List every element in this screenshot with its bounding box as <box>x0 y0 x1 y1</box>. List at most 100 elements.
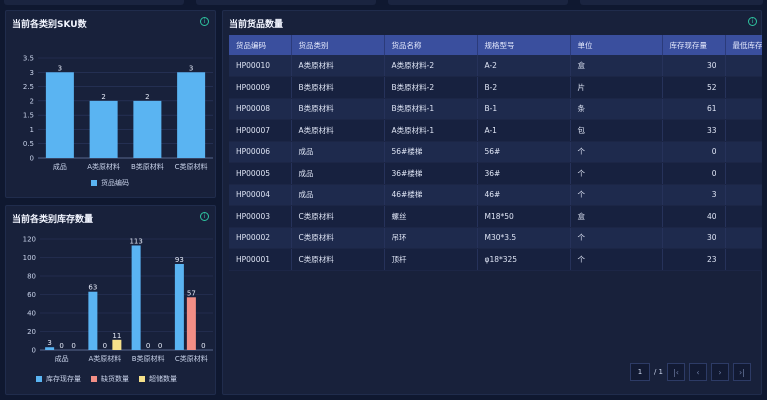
data-label: 63 <box>88 284 97 292</box>
table-cell: C类原材料 <box>291 227 385 249</box>
data-label: 57 <box>187 289 196 297</box>
chart-legend: 货品编码 <box>91 178 129 188</box>
table-row[interactable]: HP00010 A类原材料 A类原材料-2 A-2 盒 30 <box>229 55 762 77</box>
y-tick-label: 120 <box>23 236 36 244</box>
column-header[interactable]: 货品类别 <box>291 35 385 55</box>
table-cell: HP00002 <box>229 227 292 249</box>
legend-item[interactable]: 超储数量 <box>139 374 177 384</box>
table-cell: 成品 <box>291 184 385 206</box>
table-cell: M30*3.5 <box>477 227 571 249</box>
top-strip <box>0 0 767 8</box>
data-label: 0 <box>201 342 205 350</box>
table-row[interactable]: HP00006 成品 56#楼梯 56# 个 0 <box>229 141 762 163</box>
table-cell: 56# <box>477 141 571 163</box>
panel-title: 当前货品数量 <box>229 20 284 30</box>
table-cell: 顶杆 <box>384 248 478 271</box>
data-label: 2 <box>101 93 105 101</box>
data-label: 113 <box>129 237 142 245</box>
table-row[interactable]: HP00007 A类原材料 A类原材料-1 A-1 包 33 <box>229 119 762 142</box>
table-cell <box>725 205 762 228</box>
bar <box>89 100 118 158</box>
table-cell: HP00008 <box>229 98 292 120</box>
legend-item[interactable]: 货品编码 <box>91 178 129 188</box>
table-cell: 36# <box>477 162 571 185</box>
table-cell: 个 <box>570 248 663 271</box>
x-tick-label: B类原材料 <box>132 354 165 363</box>
table-cell <box>725 141 762 163</box>
table-cell: 盒 <box>570 205 663 228</box>
table-row[interactable]: HP00001 C类原材料 顶杆 φ18*325 个 23 <box>229 248 762 271</box>
prev-page-icon[interactable]: ‹ <box>689 363 707 381</box>
data-label: 0 <box>71 342 75 350</box>
table-row[interactable]: HP00008 B类原材料 B类原材料-1 B-1 条 61 <box>229 98 762 120</box>
table-row[interactable]: HP00004 成品 46#楼梯 46# 个 3 <box>229 184 762 206</box>
legend-item[interactable]: 库存现存量 <box>36 374 81 384</box>
table-cell: 条 <box>570 98 663 120</box>
table-cell <box>725 55 762 77</box>
first-page-icon[interactable]: |‹ <box>667 363 685 381</box>
chart-legend: 库存现存量 缺货数量 超储数量 <box>36 374 177 384</box>
data-label: 3 <box>58 64 62 72</box>
table-cell: 30 <box>662 227 726 249</box>
table-cell: 盒 <box>570 55 663 77</box>
table-cell: 0 <box>662 141 726 163</box>
column-header[interactable]: 单位 <box>570 35 663 55</box>
legend-swatch <box>139 376 145 382</box>
stock-quantity-panel: 当前各类别库存数量 i 0 20 40 60 80 100 120 成品 3 0 0 A类原材料 63 0… <box>5 205 216 395</box>
table-cell: 片 <box>570 76 663 99</box>
legend-item[interactable]: 缺货数量 <box>91 374 129 384</box>
column-header[interactable]: 规格型号 <box>477 35 571 55</box>
info-icon[interactable]: i <box>748 17 757 26</box>
goods-table: 货品编码 货品类别 货品名称 规格型号 单位 库存现存量 最低库存量 HP000… <box>229 35 762 271</box>
table-cell: C类原材料 <box>291 205 385 228</box>
legend-swatch <box>36 376 42 382</box>
table-cell: A类原材料-1 <box>384 119 478 142</box>
table-cell: 螺丝 <box>384 205 478 228</box>
x-tick-label: 成品 <box>55 354 69 363</box>
table-cell: 3 <box>662 184 726 206</box>
x-tick-label: A类原材料 <box>87 162 120 171</box>
x-tick-label: 成品 <box>53 162 67 171</box>
data-label: 3 <box>189 64 193 72</box>
table-cell: 个 <box>570 227 663 249</box>
table-cell: φ18*325 <box>477 248 571 271</box>
y-tick-label: 3.5 <box>23 55 34 63</box>
table-cell: 成品 <box>291 162 385 185</box>
table-cell: C类原材料 <box>291 248 385 271</box>
table-cell: B类原材料 <box>291 76 385 99</box>
column-header[interactable]: 货品名称 <box>384 35 478 55</box>
table-row[interactable]: HP00005 成品 36#楼梯 36# 个 0 <box>229 162 762 185</box>
bar <box>186 297 196 350</box>
y-tick-label: 0.5 <box>23 140 34 148</box>
table-row[interactable]: HP00009 B类原材料 B类原材料-2 B-2 片 52 <box>229 76 762 99</box>
next-page-icon[interactable]: › <box>711 363 729 381</box>
page-number-input[interactable]: 1 <box>629 363 650 381</box>
table-cell <box>725 76 762 99</box>
y-tick-label: 2.5 <box>23 83 34 91</box>
table-cell: 吊环 <box>384 227 478 249</box>
last-page-icon[interactable]: ›| <box>733 363 751 381</box>
sku-bar-chart: 0 0.5 1 1.5 2 2.5 3 3.5 成品 3 A类原材料 2 B类原材料 2 C类原材料 3 <box>23 55 213 171</box>
table-cell: A类原材料-2 <box>384 55 478 77</box>
table-cell: 33 <box>662 119 726 142</box>
x-tick-label: A类原材料 <box>88 354 121 363</box>
table-cell: HP00010 <box>229 55 292 77</box>
column-header[interactable]: 库存现存量 <box>662 35 726 55</box>
bar <box>131 245 141 350</box>
legend-label: 库存现存量 <box>46 375 81 383</box>
table-row[interactable]: HP00002 C类原材料 吊环 M30*3.5 个 30 <box>229 227 762 249</box>
table-cell: B-2 <box>477 76 571 99</box>
data-label: 0 <box>146 342 150 350</box>
table-cell: 56#楼梯 <box>384 141 478 163</box>
goods-table-scroll[interactable]: 货品编码 货品类别 货品名称 规格型号 单位 库存现存量 最低库存量 HP000… <box>229 35 762 285</box>
table-row[interactable]: HP00003 C类原材料 螺丝 M18*50 盒 40 <box>229 205 762 228</box>
x-tick-label: B类原材料 <box>131 162 164 171</box>
table-cell <box>725 98 762 120</box>
column-header[interactable]: 最低库存量 <box>725 35 762 55</box>
bar <box>177 72 206 158</box>
legend-label: 超储数量 <box>149 375 177 383</box>
column-header[interactable]: 货品编码 <box>229 35 292 55</box>
table-cell: HP00005 <box>229 162 292 185</box>
table-cell: 包 <box>570 119 663 142</box>
table-cell: A-2 <box>477 55 571 77</box>
